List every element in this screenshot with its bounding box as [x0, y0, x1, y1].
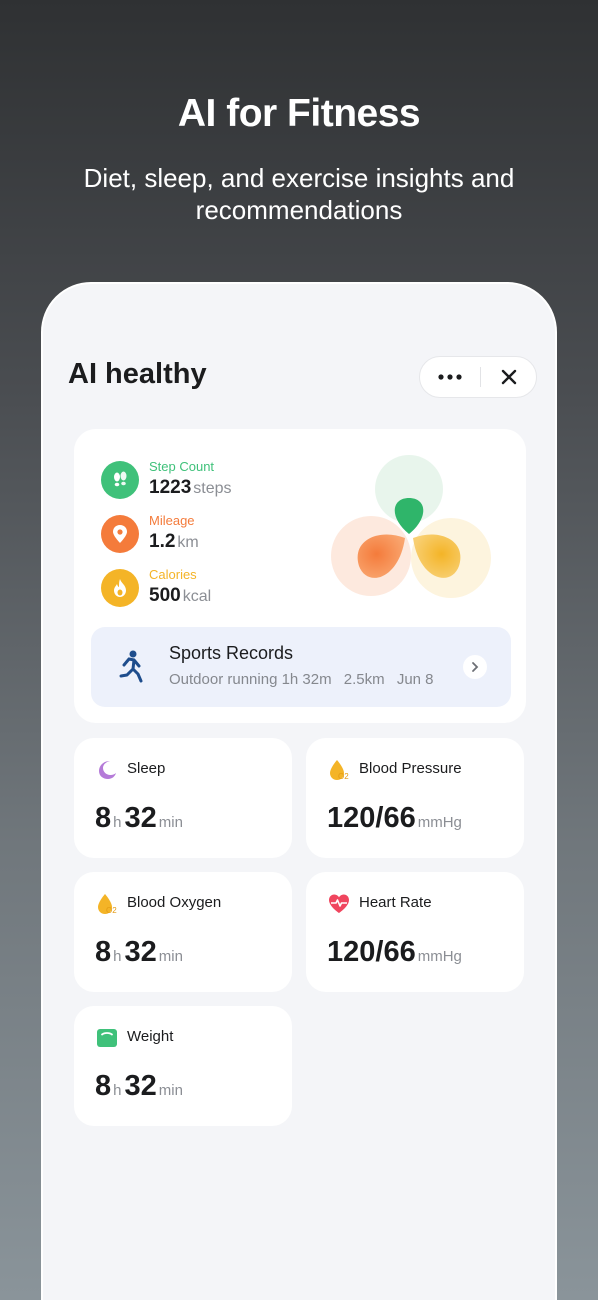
weight-value: 8 h 32 min [95, 1070, 183, 1102]
droplet-o2-icon: O2 [98, 894, 117, 915]
blood-oxygen-label: Blood Oxygen [127, 894, 222, 911]
mini-program-capsule [419, 356, 537, 398]
sports-distance: 2.5km [343, 671, 385, 688]
running-icon [119, 650, 143, 683]
sports-date: Jun 8 [396, 671, 434, 688]
blood-pressure-value: 120/66 mmHg [327, 802, 462, 834]
chevron-right-icon[interactable] [463, 655, 487, 679]
more-icon [438, 374, 462, 380]
blood-pressure-label: Blood Pressure [359, 760, 462, 777]
close-icon [501, 369, 516, 385]
step-count-metric: Step Count 1223 steps [101, 459, 301, 501]
page-title: AI healthy [68, 358, 207, 390]
step-count-label: Step Count [149, 459, 215, 474]
more-button[interactable] [420, 357, 480, 397]
svg-text:O2: O2 [106, 906, 117, 915]
location-pin-icon [101, 515, 139, 553]
droplet-o2-icon: O2 [330, 760, 349, 781]
heart-rate-label: Heart Rate [359, 894, 432, 911]
phone-frame: AI healthy Step Count 1223 steps Mileage… [41, 282, 557, 1300]
weight-card[interactable]: Weight 8 h 32 min [74, 1006, 292, 1126]
calories-label: Calories [149, 567, 197, 582]
calories-metric: Calories 500 kcal [101, 567, 301, 609]
activity-rings-graphic [331, 455, 491, 598]
sports-activity: Outdoor running 1h 32m [169, 671, 332, 688]
blood-pressure-card[interactable]: O2 Blood Pressure 120/66 mmHg [306, 738, 524, 858]
blood-oxygen-card[interactable]: O2 Blood Oxygen 8 h 32 min [74, 872, 292, 992]
mileage-metric: Mileage 1.2 km [101, 513, 301, 555]
mileage-value: 1.2 km [149, 531, 199, 552]
footprints-icon [101, 461, 139, 499]
heart-rate-icon [329, 894, 349, 913]
promo-title: AI for Fitness [177, 92, 421, 135]
scale-icon [97, 1029, 117, 1047]
svg-text:O2: O2 [338, 772, 349, 781]
calories-value: 500 kcal [149, 585, 212, 606]
sports-records-detail: Outdoor running 1h 32m 2.5km Jun 8 [169, 671, 442, 688]
activity-summary-card[interactable]: Step Count 1223steps Mileage 1.2km Cal [74, 429, 526, 723]
heart-rate-card[interactable]: Heart Rate 120/66 mmHg [306, 872, 524, 992]
step-count-value: 1223 steps [149, 477, 232, 498]
mileage-label: Mileage [149, 513, 195, 528]
sports-records-title: Sports Records [169, 643, 294, 663]
blood-oxygen-value: 8 h 32 min [95, 936, 183, 968]
promo-subtitle: Diet, sleep, and exercise insights and r… [83, 163, 515, 225]
heart-rate-value: 120/66 mmHg [327, 936, 462, 968]
moon-icon [99, 761, 116, 779]
close-button[interactable] [481, 357, 536, 397]
sleep-label: Sleep [127, 760, 166, 777]
sleep-value: 8 h 32 min [95, 802, 183, 834]
flame-icon [101, 569, 139, 607]
weight-label: Weight [127, 1028, 174, 1045]
sports-records-entry[interactable]: Sports Records Outdoor running 1h 32m 2.… [91, 627, 511, 707]
sleep-card[interactable]: Sleep 8 h 32 min [74, 738, 292, 858]
